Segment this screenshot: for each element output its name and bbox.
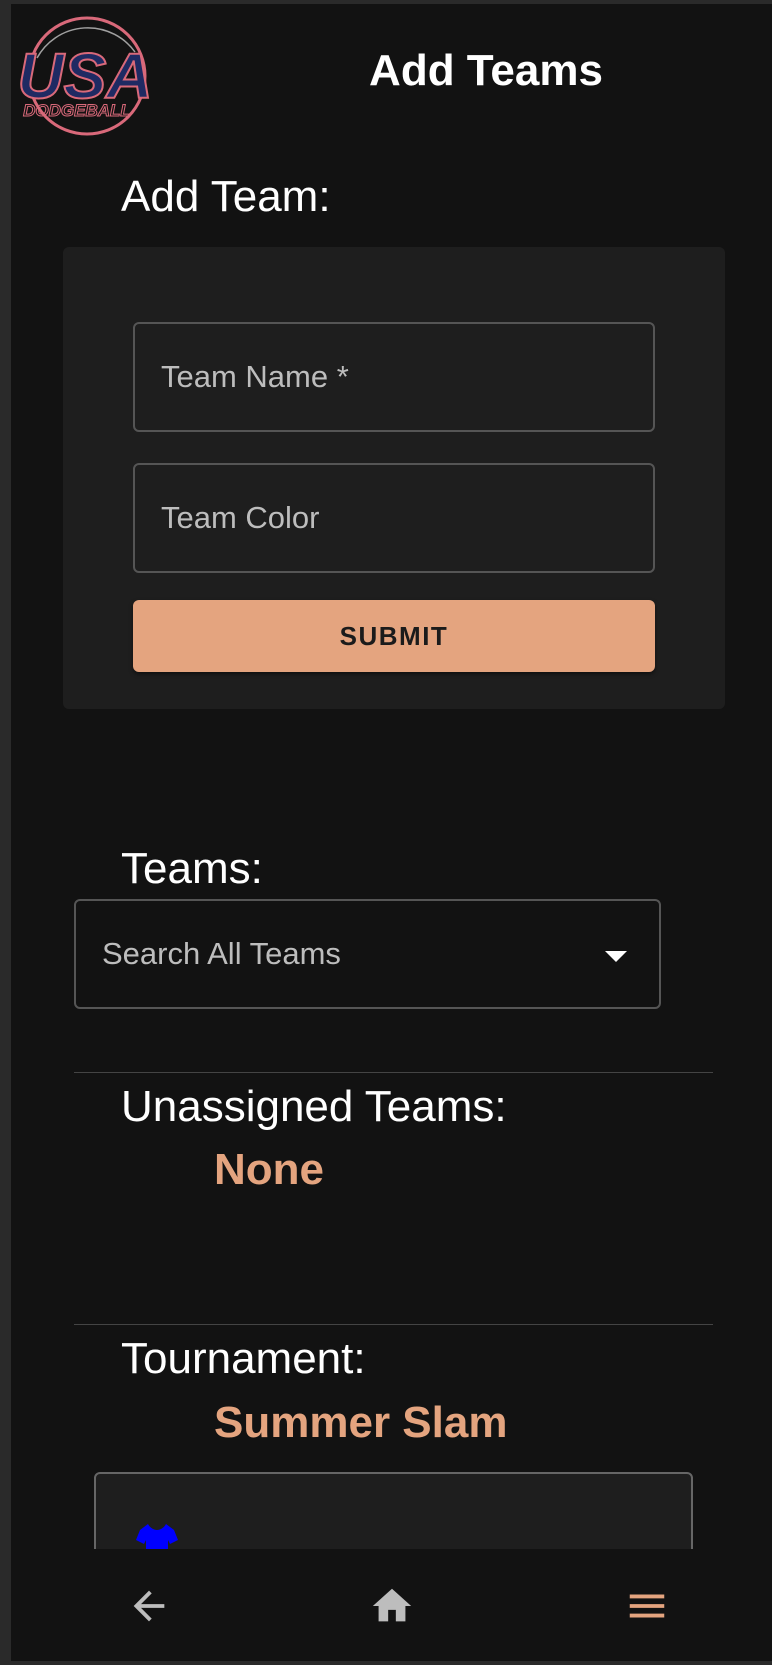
team-color-input[interactable] bbox=[161, 500, 653, 536]
usa-dodgeball-logo[interactable]: USA DODGEBALL bbox=[15, 12, 153, 146]
team-color-field[interactable] bbox=[133, 463, 655, 573]
search-all-teams-select[interactable]: Search All Teams bbox=[74, 899, 661, 1009]
unassigned-teams-value: None bbox=[214, 1145, 324, 1194]
app-frame: USA DODGEBALL Add Teams Add Team: SUBMIT… bbox=[11, 4, 772, 1661]
teams-label: Teams: bbox=[121, 844, 263, 893]
logo-text-dodgeball: DODGEBALL bbox=[23, 101, 131, 120]
unassigned-teams-label: Unassigned Teams: bbox=[121, 1082, 507, 1131]
page-title: Add Teams bbox=[369, 46, 603, 95]
add-team-card: SUBMIT bbox=[63, 247, 725, 709]
bottom-nav bbox=[11, 1549, 772, 1661]
add-team-label: Add Team: bbox=[121, 172, 331, 221]
tournament-label: Tournament: bbox=[121, 1334, 366, 1383]
home-icon[interactable] bbox=[369, 1583, 415, 1629]
team-name-field[interactable] bbox=[133, 322, 655, 432]
tournament-value: Summer Slam bbox=[214, 1398, 508, 1447]
header: USA DODGEBALL Add Teams bbox=[11, 4, 772, 152]
submit-button[interactable]: SUBMIT bbox=[133, 600, 655, 672]
chevron-down-icon[interactable] bbox=[605, 951, 627, 962]
hamburger-menu-icon[interactable] bbox=[624, 1583, 670, 1629]
search-all-teams-placeholder: Search All Teams bbox=[102, 936, 341, 971]
team-name-input[interactable] bbox=[161, 359, 653, 395]
arrow-left-icon[interactable] bbox=[126, 1583, 172, 1629]
divider bbox=[74, 1072, 713, 1073]
divider bbox=[74, 1324, 713, 1325]
